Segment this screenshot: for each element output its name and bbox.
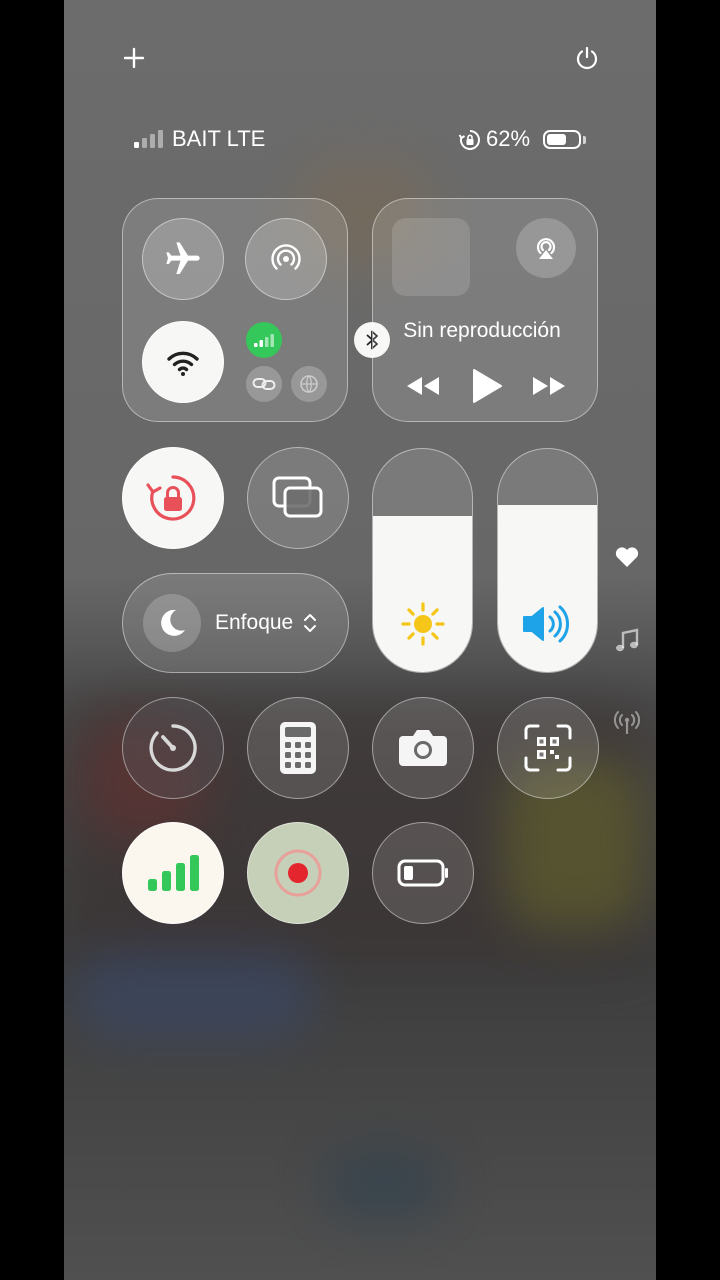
rewind-icon[interactable] — [402, 368, 444, 404]
focus-button[interactable]: Enfoque — [122, 573, 349, 673]
airplay-icon — [516, 218, 576, 278]
cellular-signal-button[interactable] — [122, 822, 224, 924]
cellular-icon — [246, 322, 282, 358]
forward-icon[interactable] — [528, 368, 570, 404]
airplane-icon — [143, 219, 222, 298]
wifi-toggle[interactable] — [142, 321, 224, 403]
code-scanner-button[interactable] — [497, 697, 599, 799]
signal-bars-icon — [123, 823, 222, 922]
vpn-icon — [291, 366, 327, 402]
background-blur — [74, 950, 314, 1040]
cellular-signal-icon — [132, 128, 167, 150]
screen-record-icon — [248, 823, 347, 922]
speaker-icon — [498, 594, 597, 654]
background-blur — [324, 1150, 444, 1220]
moon-icon — [143, 594, 201, 652]
wifi-icon — [143, 322, 222, 401]
heart-icon[interactable] — [610, 540, 644, 574]
link-icon — [246, 366, 282, 402]
control-center: BAIT LTE 62% Sin reproducción Enfoque — [64, 0, 656, 1280]
timer-icon — [123, 698, 222, 797]
focus-label: Enfoque — [215, 611, 294, 634]
album-artwork — [392, 218, 470, 296]
play-icon[interactable] — [464, 364, 508, 408]
calculator-button[interactable] — [247, 697, 349, 799]
battery-percent: 62% — [486, 126, 531, 151]
camera-button[interactable] — [372, 697, 474, 799]
screen-record-button[interactable] — [247, 822, 349, 924]
antenna-icon[interactable] — [610, 706, 644, 740]
camera-icon — [373, 698, 472, 797]
personal-hotspot-toggle[interactable] — [246, 366, 282, 402]
calculator-icon — [248, 698, 347, 797]
chevron-up-down-icon — [301, 610, 319, 636]
media-status: Sin reproducción — [403, 319, 561, 342]
music-note-icon[interactable] — [610, 624, 644, 658]
airdrop-toggle[interactable] — [245, 218, 327, 300]
airdrop-icon — [246, 219, 325, 298]
airplay-button[interactable] — [516, 218, 576, 278]
sun-icon — [373, 594, 472, 654]
brightness-slider[interactable] — [372, 448, 473, 673]
screen-mirroring-toggle[interactable] — [247, 447, 349, 549]
vpn-toggle[interactable] — [291, 366, 327, 402]
low-power-mode-button[interactable] — [372, 822, 474, 924]
airplane-mode-toggle[interactable] — [142, 218, 224, 300]
volume-slider[interactable] — [497, 448, 598, 673]
screen-mirroring-icon — [248, 448, 347, 547]
rotation-lock-icon — [123, 448, 222, 547]
orientation-lock-icon — [458, 128, 482, 152]
carrier-label: BAIT LTE — [172, 126, 266, 151]
qr-code-icon — [498, 698, 597, 797]
focus-icon-circle — [143, 594, 201, 652]
low-power-icon — [373, 823, 472, 922]
cellular-data-toggle[interactable] — [246, 322, 282, 358]
timer-button[interactable] — [122, 697, 224, 799]
power-icon[interactable] — [569, 40, 605, 76]
rotation-lock-toggle[interactable] — [122, 447, 224, 549]
plus-icon[interactable] — [116, 40, 152, 76]
battery-icon — [543, 128, 589, 152]
